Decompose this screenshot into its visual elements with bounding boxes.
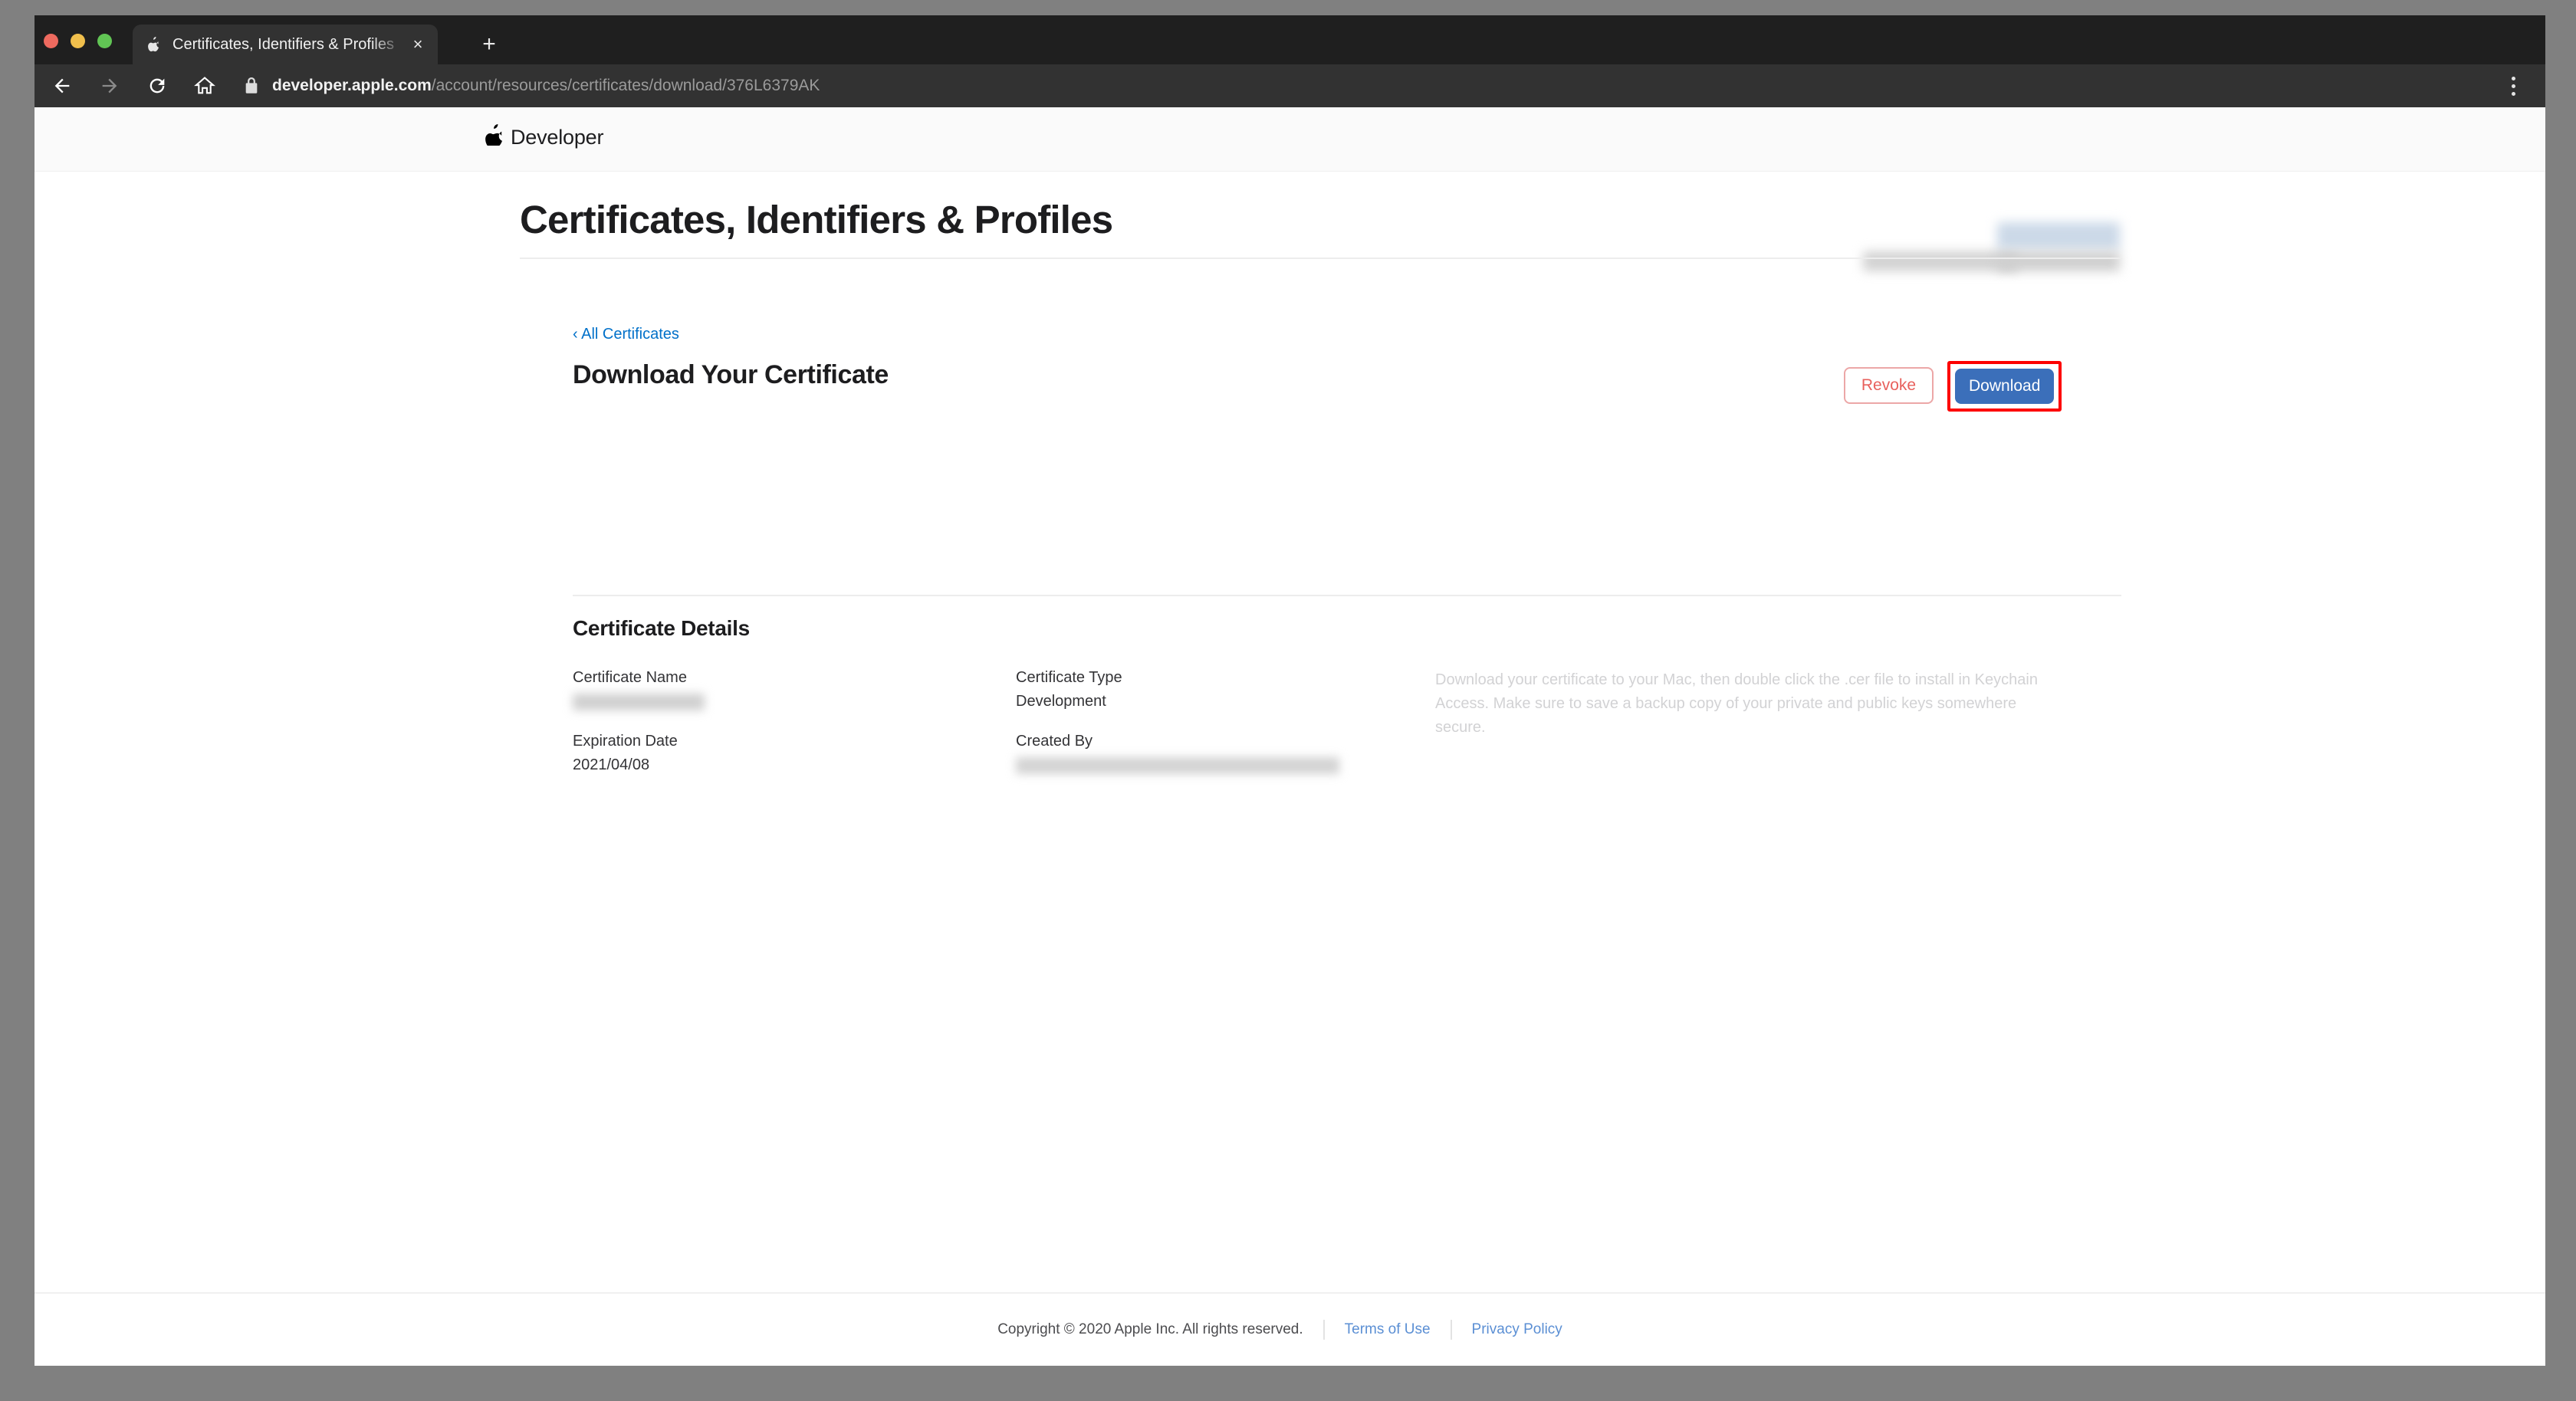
created-by-value-redacted <box>1016 757 1339 774</box>
section-title: Download Your Certificate <box>573 360 889 389</box>
field-label: Expiration Date <box>573 733 678 750</box>
window-controls <box>44 34 112 48</box>
field-value: Development <box>1016 693 1106 710</box>
action-button-group: Revoke Download <box>1844 361 2062 412</box>
download-button[interactable]: Download <box>1955 369 2055 404</box>
apple-developer-logo[interactable]: Developer <box>485 124 603 150</box>
field-expiration-date: Expiration Date 2021/04/08 <box>573 732 678 775</box>
privacy-policy-link[interactable]: Privacy Policy <box>1452 1321 1582 1339</box>
field-label: Certificate Name <box>573 669 687 686</box>
minimize-window-button[interactable] <box>71 34 85 48</box>
breadcrumb-all-certificates[interactable]: ‹ All Certificates <box>573 325 679 343</box>
page-title: Certificates, Identifiers & Profiles <box>520 198 1113 241</box>
page-viewport: Developer Certificates, Identifiers & Pr… <box>34 107 2545 1366</box>
close-icon[interactable]: × <box>409 35 427 54</box>
apple-logo-icon <box>485 124 504 150</box>
back-arrow-icon[interactable] <box>42 66 82 106</box>
maximize-window-button[interactable] <box>97 34 112 48</box>
title-divider <box>520 258 2122 259</box>
new-tab-button[interactable]: + <box>478 33 501 57</box>
tab-title: Certificates, Identifiers & Profiles <box>172 36 394 53</box>
account-name-redacted <box>1863 251 2018 271</box>
field-label: Created By <box>1016 733 1093 750</box>
copyright-text: Copyright © 2020 Apple Inc. All rights r… <box>997 1321 1303 1337</box>
browser-tab[interactable]: Certificates, Identifiers & Profiles × <box>133 25 438 64</box>
field-value: 2021/04/08 <box>573 756 650 773</box>
account-team-redacted <box>1997 251 2120 271</box>
url-text: developer.apple.com/account/resources/ce… <box>272 76 820 96</box>
certificate-details-title: Certificate Details <box>573 616 750 640</box>
developer-wordmark: Developer <box>511 126 604 149</box>
more-vertical-icon[interactable] <box>2492 64 2535 107</box>
lock-icon <box>242 76 261 96</box>
section-divider <box>573 595 2121 596</box>
browser-window: Certificates, Identifiers & Profiles × + <box>34 15 2545 1366</box>
desktop-background: Certificates, Identifiers & Profiles × + <box>0 0 2576 1401</box>
revoke-button[interactable]: Revoke <box>1844 367 1934 404</box>
certificate-name-value-redacted <box>573 694 705 710</box>
address-bar[interactable]: developer.apple.com/account/resources/ce… <box>242 64 2492 107</box>
apple-developer-global-nav: Developer <box>34 107 2545 271</box>
download-button-highlight: Download <box>1947 361 2062 412</box>
field-label: Certificate Type <box>1016 669 1122 686</box>
close-window-button[interactable] <box>44 34 58 48</box>
reload-icon[interactable] <box>137 66 177 106</box>
download-helper-text: Download your certificate to your Mac, t… <box>1435 671 2038 736</box>
browser-tab-strip: Certificates, Identifiers & Profiles × + <box>34 15 2545 64</box>
terms-of-use-link[interactable]: Terms of Use <box>1325 1321 1451 1339</box>
url-path: /account/resources/certificates/download… <box>431 77 820 94</box>
field-certificate-name: Certificate Name <box>573 668 705 710</box>
browser-toolbar: developer.apple.com/account/resources/ce… <box>34 64 2545 107</box>
field-created-by: Created By <box>1016 732 1339 774</box>
page-footer: Copyright © 2020 Apple Inc. All rights r… <box>34 1292 2545 1366</box>
forward-arrow-icon <box>90 66 130 106</box>
apple-icon <box>146 35 163 54</box>
account-badge-redacted <box>1997 222 2120 250</box>
url-host: developer.apple.com <box>272 77 432 94</box>
field-certificate-type: Certificate Type Development <box>1016 668 1122 711</box>
home-icon[interactable] <box>185 66 225 106</box>
